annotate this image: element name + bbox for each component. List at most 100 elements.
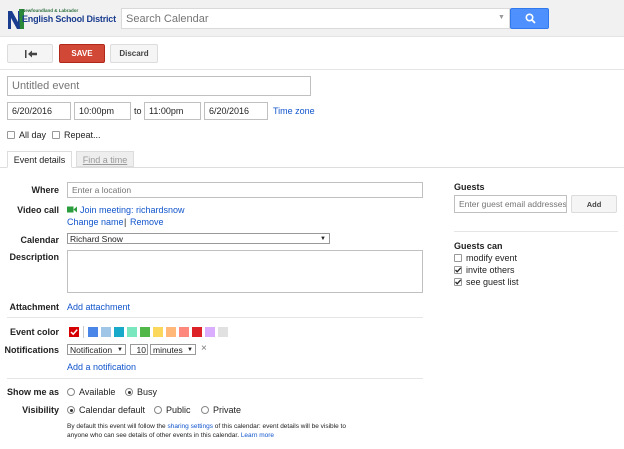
save-button[interactable]: SAVE (59, 44, 105, 63)
guest-permission-checkbox[interactable] (454, 254, 462, 262)
sharing-note-line-2: anyone who can see details of other even… (67, 432, 274, 439)
section-divider (7, 317, 423, 318)
color-swatch[interactable] (140, 327, 150, 337)
timezone-link[interactable]: Time zone (273, 106, 315, 116)
color-swatch[interactable] (166, 327, 176, 337)
color-swatch[interactable] (114, 327, 124, 337)
back-arrow-icon (25, 50, 37, 58)
calendar-label: Calendar (20, 235, 59, 245)
chevron-down-icon: ▼ (187, 347, 193, 353)
add-notification-link[interactable]: Add a notification (67, 362, 136, 372)
guest-permission-checkbox[interactable] (454, 266, 462, 274)
back-button[interactable] (7, 44, 53, 63)
tab-find-a-time[interactable]: Find a time (76, 151, 134, 167)
chevron-down-icon: ▼ (320, 236, 326, 242)
guest-email-input[interactable] (454, 195, 567, 213)
guests-header: Guests (454, 182, 485, 192)
search-input[interactable] (126, 9, 486, 28)
guest-permission-row: modify event (454, 252, 604, 263)
description-textarea[interactable] (67, 250, 423, 293)
sharing-note-line-1: By default this event will follow the sh… (67, 423, 346, 430)
logo-title: English School District (22, 14, 116, 24)
start-date-field[interactable]: 6/20/2016 (7, 102, 71, 120)
discard-button[interactable]: Discard (110, 44, 158, 63)
guest-permission-label: modify event (466, 253, 518, 263)
guest-permission-row: invite others (454, 264, 604, 275)
guests-can-header: Guests can (454, 241, 503, 251)
attachment-label: Attachment (9, 302, 59, 312)
public-radio[interactable] (154, 406, 162, 414)
color-swatch[interactable] (179, 327, 189, 337)
notification-unit-value: minutes (153, 345, 183, 355)
logo-subtitle: Newfoundland & Labrador (22, 8, 79, 13)
color-swatch[interactable] (153, 327, 163, 337)
learn-more-link[interactable]: Learn more (241, 432, 274, 439)
description-label: Description (9, 252, 59, 262)
busy-radio[interactable] (125, 388, 133, 396)
notification-type-select[interactable]: Notification ▼ (67, 344, 126, 355)
checkmark-icon (70, 329, 78, 336)
remove-notification-icon[interactable]: × (201, 343, 207, 354)
calendar-default-label: Calendar default (79, 405, 146, 415)
calendar-select[interactable]: Richard Snow ▼ (67, 233, 330, 244)
guests-divider (454, 231, 618, 232)
color-swatch[interactable] (218, 327, 228, 337)
busy-label: Busy (137, 387, 158, 397)
all-day-label: All day (19, 130, 47, 140)
add-guest-button[interactable]: Add (571, 195, 617, 213)
visibility-label: Visibility (22, 405, 59, 415)
notifications-label: Notifications (4, 345, 59, 355)
search-button[interactable] (510, 8, 549, 29)
public-label: Public (166, 405, 191, 415)
top-bar: Newfoundland & Labrador English School D… (0, 0, 624, 37)
guest-permission-checkbox[interactable] (454, 278, 462, 286)
calendar-default-radio[interactable] (67, 406, 75, 414)
checkmark-icon (455, 267, 462, 273)
notification-type-value: Notification (70, 345, 113, 355)
color-swatch[interactable] (88, 327, 98, 337)
guest-permission-row: see guest list (454, 276, 604, 287)
color-swatch[interactable] (192, 327, 202, 337)
color-swatch[interactable] (205, 327, 215, 337)
chevron-down-icon[interactable]: ▼ (498, 14, 505, 21)
end-date-field[interactable]: 6/20/2016 (204, 102, 268, 120)
swatch-separator (83, 326, 84, 338)
location-input[interactable] (67, 182, 423, 198)
video-icon (67, 206, 77, 213)
checkmark-icon (455, 279, 462, 285)
repeat-checkbox[interactable] (52, 131, 60, 139)
notification-amount-input[interactable]: 10 (130, 344, 148, 355)
link-separator: | (124, 217, 127, 227)
color-swatch[interactable] (127, 327, 137, 337)
start-time-field[interactable]: 10:00pm (74, 102, 131, 120)
private-radio[interactable] (201, 406, 209, 414)
sharing-settings-link[interactable]: sharing settings (167, 423, 213, 430)
tab-event-details[interactable]: Event details (7, 151, 72, 168)
guest-permissions: modify event invite others see guest list (454, 252, 614, 292)
color-swatches (67, 326, 247, 338)
event-title-input[interactable] (7, 76, 311, 96)
calendar-select-value: Richard Snow (70, 234, 123, 244)
available-label: Available (79, 387, 116, 397)
private-label: Private (213, 405, 242, 415)
search-icon (525, 13, 536, 24)
show-me-as-label: Show me as (6, 387, 59, 397)
all-day-checkbox[interactable] (7, 131, 15, 139)
guest-permission-label: see guest list (466, 277, 519, 287)
repeat-label: Repeat... (64, 130, 101, 140)
change-name-link[interactable]: Change name (67, 217, 124, 227)
sharing-note-text-a: By default this event will follow the (67, 423, 168, 430)
remove-link[interactable]: Remove (130, 217, 164, 227)
color-swatch[interactable] (101, 327, 111, 337)
guest-permission-label: invite others (466, 265, 515, 275)
event-color-label: Event color (9, 327, 59, 337)
notification-unit-select[interactable]: minutes ▼ (150, 344, 196, 355)
color-swatch-selected[interactable] (69, 327, 79, 337)
join-meeting-link[interactable]: Join meeting: richardsnow (80, 205, 185, 215)
video-call-label: Video call (17, 205, 59, 215)
chevron-down-icon: ▼ (117, 347, 123, 353)
add-attachment-link[interactable]: Add attachment (67, 302, 130, 312)
available-radio[interactable] (67, 388, 75, 396)
toolbar-divider (0, 69, 624, 70)
end-time-field[interactable]: 11:00pm (144, 102, 201, 120)
